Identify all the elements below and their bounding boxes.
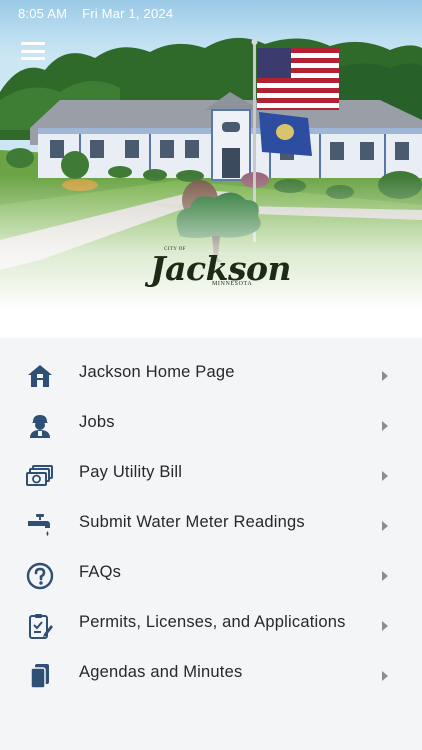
hamburger-menu-icon[interactable]	[20, 40, 46, 62]
home-icon	[26, 362, 54, 390]
menu-item-label: Permits, Licenses, and Applications	[79, 613, 346, 631]
menu-item-water-meter-readings[interactable]: Submit Water Meter Readings	[0, 500, 422, 550]
chevron-right-icon	[382, 571, 388, 581]
clipboard-edit-icon	[26, 612, 54, 640]
chevron-right-icon	[382, 621, 388, 631]
chevron-right-icon	[382, 671, 388, 681]
logo-subtitle: MINNESOTA	[212, 281, 253, 287]
menu-item-label: Agendas and Minutes	[79, 663, 243, 681]
menu-item-label: Submit Water Meter Readings	[79, 513, 305, 531]
menu-item-pay-utility-bill[interactable]: Pay Utility Bill	[0, 450, 422, 500]
hero-banner: CITY OF Jackson MINNESOTA 8:05 AM Fri Ma…	[0, 0, 422, 338]
menu-item-label: FAQs	[79, 563, 122, 581]
faucet-icon	[26, 512, 54, 540]
documents-icon	[26, 662, 54, 690]
menu-item-jobs[interactable]: Jobs	[0, 400, 422, 450]
status-time: 8:05 AM	[18, 5, 68, 21]
menu-list: Jackson Home Page Jobs Pay Utility Bill …	[0, 350, 422, 700]
menu-item-faqs[interactable]: FAQs	[0, 550, 422, 600]
question-icon	[26, 562, 54, 590]
chevron-right-icon	[382, 521, 388, 531]
menu-item-home-page[interactable]: Jackson Home Page	[0, 350, 422, 400]
chevron-right-icon	[382, 371, 388, 381]
status-bar: 8:05 AM Fri Mar 1, 2024	[0, 0, 422, 26]
status-date: Fri Mar 1, 2024	[82, 5, 174, 21]
menu-item-label: Jobs	[79, 413, 115, 431]
menu-item-agendas-minutes[interactable]: Agendas and Minutes	[0, 650, 422, 700]
chevron-right-icon	[382, 471, 388, 481]
worker-icon	[26, 412, 54, 440]
chevron-right-icon	[382, 421, 388, 431]
city-logo: CITY OF Jackson MINNESOTA	[150, 205, 292, 305]
menu-item-label: Jackson Home Page	[79, 363, 235, 381]
logo-name: Jackson	[150, 249, 292, 288]
menu-item-label: Pay Utility Bill	[79, 463, 183, 481]
menu-item-permits-licenses[interactable]: Permits, Licenses, and Applications	[0, 600, 422, 650]
money-icon	[26, 462, 54, 490]
